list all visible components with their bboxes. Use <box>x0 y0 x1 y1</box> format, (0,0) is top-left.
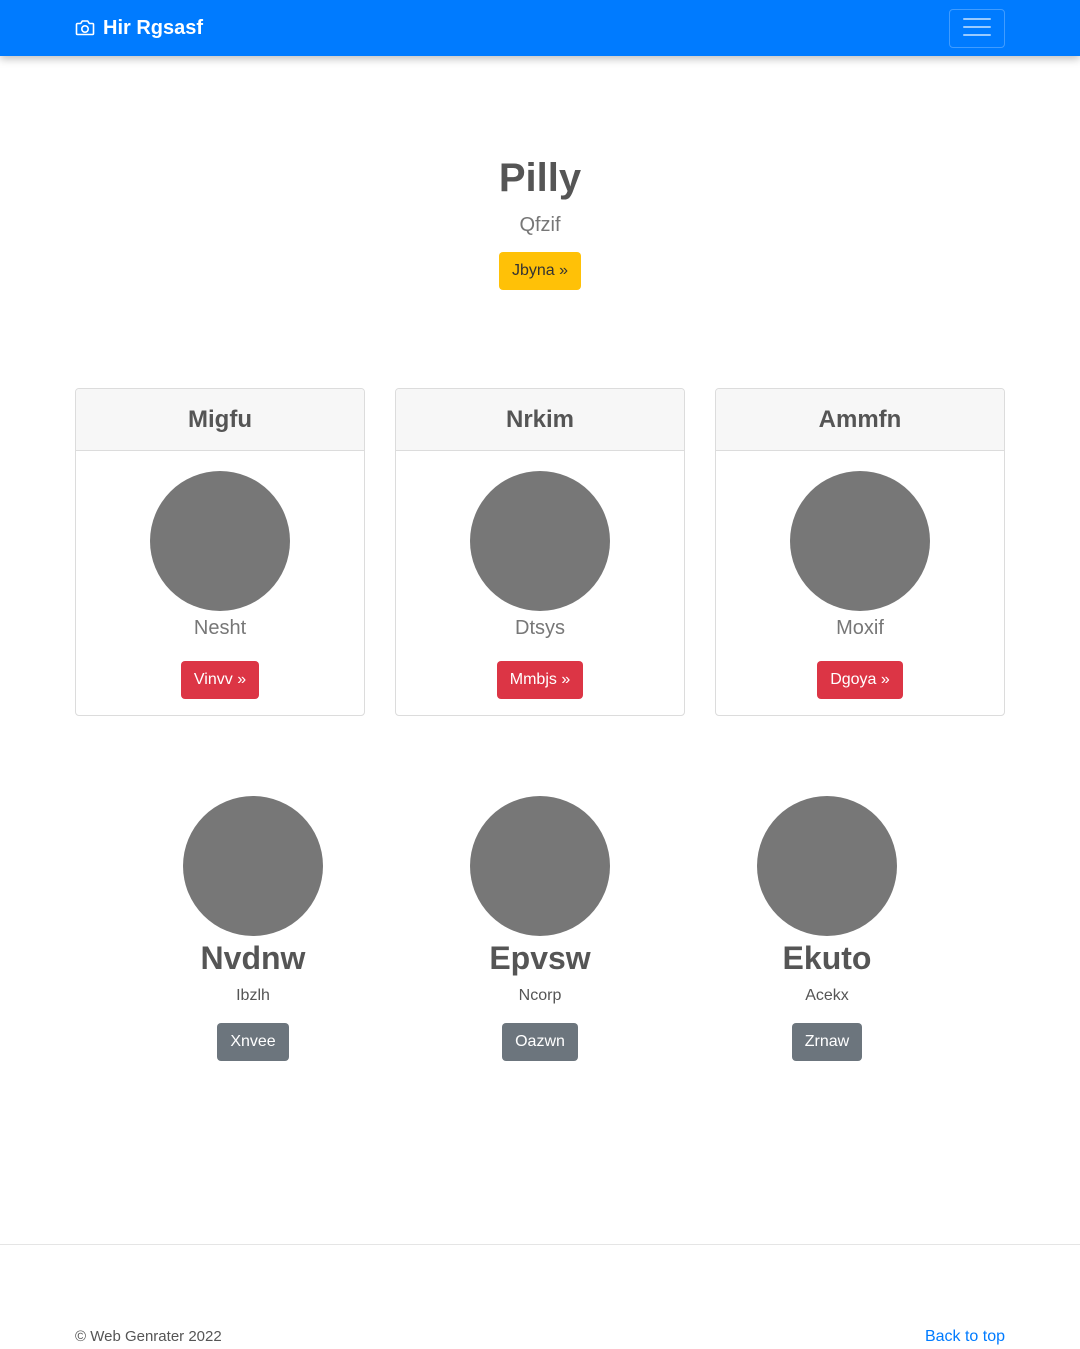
navbar-brand[interactable]: Hir Rgsasf <box>75 0 203 56</box>
navbar: Hir Rgsasf <box>0 0 1080 56</box>
feature-item: Epvsw Ncorp Oazwn <box>440 796 640 1061</box>
feature-title: Nvdnw <box>200 940 306 976</box>
feature-item: Ekuto Acekx Zrnaw <box>727 796 927 1061</box>
hero-section: Pilly Qfzif Jbyna » <box>0 150 1080 290</box>
feature-text: Ibzlh <box>236 987 270 1004</box>
card-header: Ammfn <box>716 389 1004 451</box>
card-header: Nrkim <box>396 389 684 451</box>
placeholder-image <box>183 796 323 936</box>
feature-text: Ncorp <box>518 987 562 1004</box>
card-text: Nesht <box>193 617 247 639</box>
placeholder-image <box>470 796 610 936</box>
card-text: Moxif <box>836 617 884 639</box>
hero-button[interactable]: Jbyna » <box>498 252 582 290</box>
card-text: Dtsys <box>515 617 565 639</box>
hero-title: Pilly <box>498 156 582 200</box>
placeholder-image <box>790 471 930 611</box>
card-button[interactable]: Vinvv » <box>180 661 260 699</box>
card-button[interactable]: Dgoya » <box>817 661 903 699</box>
feature-button[interactable]: Xnvee <box>217 1023 289 1061</box>
pricing-card: Migfu Nesht Vinvv » <box>75 388 365 716</box>
feature-item: Nvdnw Ibzlh Xnvee <box>153 796 353 1061</box>
card-header: Migfu <box>76 389 364 451</box>
hero-subtitle: Qfzif <box>519 214 561 236</box>
card-body: Nesht Vinvv » <box>76 451 364 699</box>
card-button[interactable]: Mmbjs » <box>496 661 584 699</box>
pricing-card: Nrkim Dtsys Mmbjs » <box>395 388 685 716</box>
placeholder-image <box>150 471 290 611</box>
feature-title: Epvsw <box>489 940 591 976</box>
brand-label: Hir Rgsasf <box>103 16 204 39</box>
camera-icon <box>75 19 95 37</box>
back-to-top-link[interactable]: Back to top <box>925 1328 1005 1346</box>
feature-title: Ekuto <box>782 940 872 976</box>
feature-text: Acekx <box>805 987 849 1004</box>
pricing-card: Ammfn Moxif Dgoya » <box>715 388 1005 716</box>
hamburger-menu-icon <box>963 16 991 41</box>
navbar-toggler-button[interactable] <box>949 9 1005 48</box>
placeholder-image <box>470 471 610 611</box>
feature-button[interactable]: Oazwn <box>502 1023 578 1061</box>
card-body: Moxif Dgoya » <box>716 451 1004 699</box>
placeholder-image <box>757 796 897 936</box>
feature-button[interactable]: Zrnaw <box>791 1023 863 1061</box>
card-body: Dtsys Mmbjs » <box>396 451 684 699</box>
footer-divider <box>0 1244 1080 1245</box>
copyright-text: © Web Genrater 2022 <box>75 1328 222 1345</box>
